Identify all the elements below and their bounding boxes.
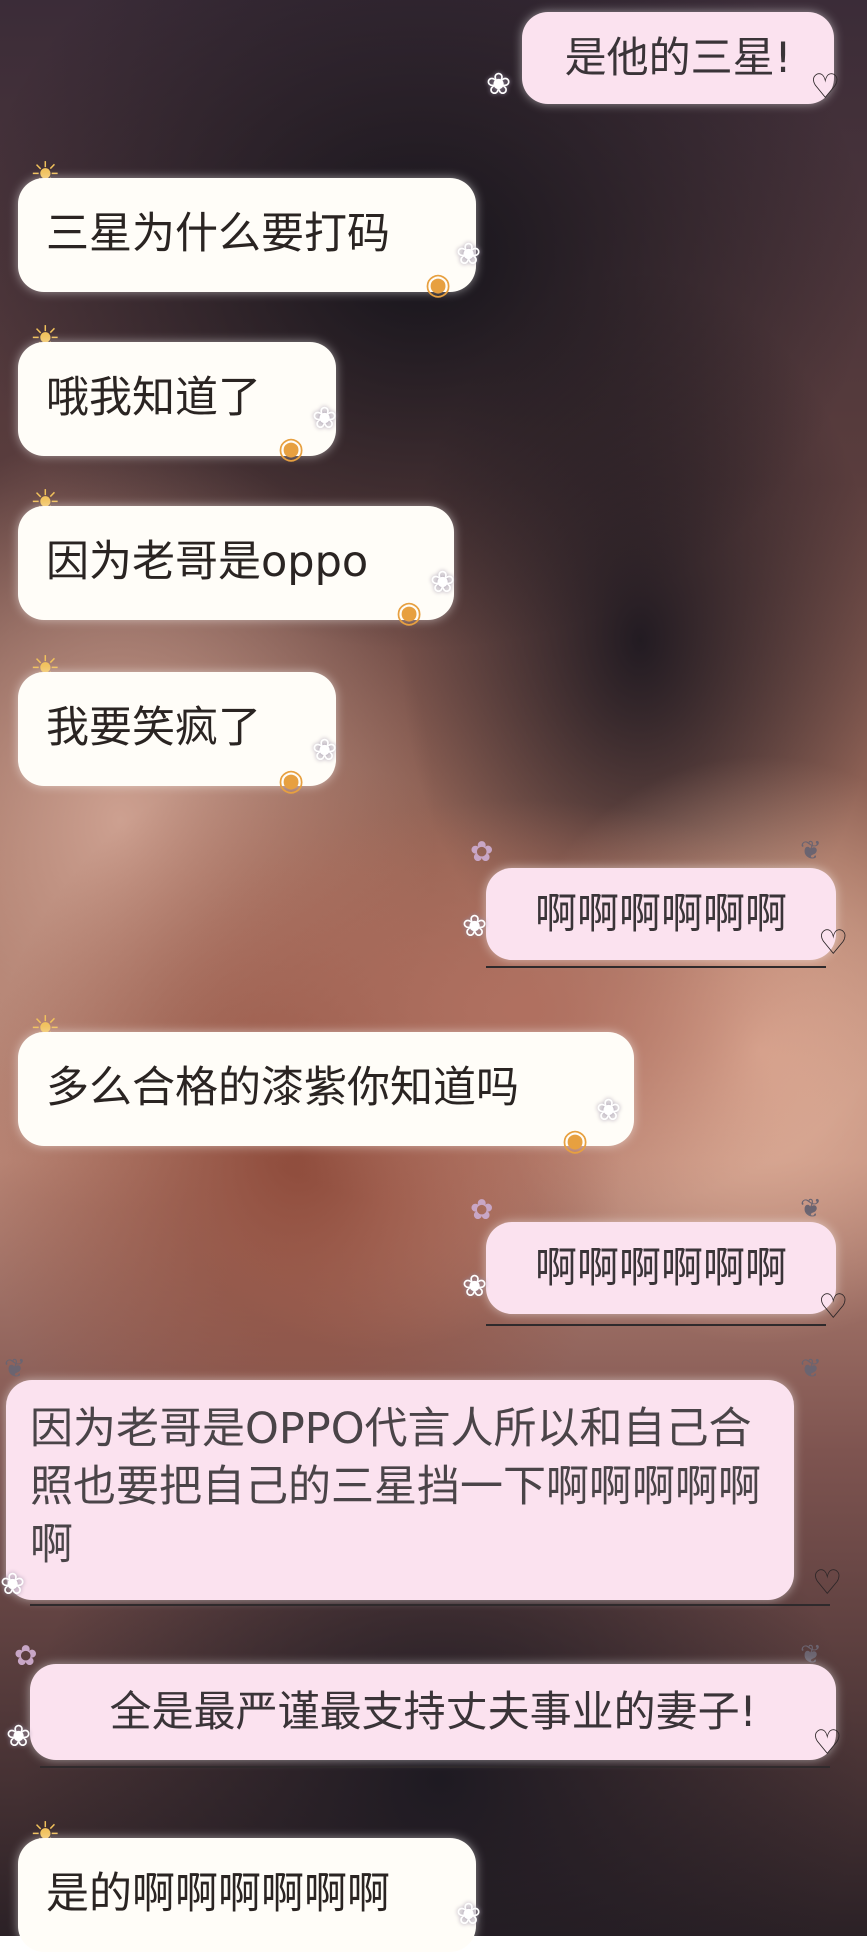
divider-line <box>40 1766 830 1768</box>
message-text: 全是最严谨最支持丈夫事业的妻子! <box>109 1686 757 1736</box>
message-bubble-left: 多么合格的漆紫你知道吗 <box>18 1032 634 1146</box>
message-text: 是的啊啊啊啊啊啊 <box>46 1869 390 1920</box>
divider-line <box>486 1324 826 1326</box>
message-bubble-left: 哦我知道了 <box>18 342 336 456</box>
message-text: 哦我知道了 <box>46 373 261 424</box>
message-bubble-right: 是他的三星! <box>522 12 834 104</box>
message-text: 啊啊啊啊啊啊 <box>534 888 787 938</box>
message-text: 因为老哥是OPPO代言人所以和自己合照也要把自己的三星挡一下啊啊啊啊啊啊 <box>30 1404 761 1571</box>
message-text: 啊啊啊啊啊啊 <box>534 1242 787 1292</box>
message-text: 多么合格的漆紫你知道吗 <box>46 1063 519 1114</box>
message-bubble-left: 三星为什么要打码 <box>18 178 476 292</box>
message-text: 我要笑疯了 <box>46 703 261 754</box>
message-text: 是他的三星! <box>564 32 792 82</box>
message-bubble-right: 全是最严谨最支持丈夫事业的妻子! <box>30 1664 836 1760</box>
message-bubble-left: 因为老哥是oppo <box>18 506 454 620</box>
message-bubble-long: 因为老哥是OPPO代言人所以和自己合照也要把自己的三星挡一下啊啊啊啊啊啊 <box>6 1380 794 1600</box>
message-text: 三星为什么要打码 <box>46 209 390 260</box>
message-bubble-left: 我要笑疯了 <box>18 672 336 786</box>
message-bubble-right: 啊啊啊啊啊啊 <box>486 868 836 960</box>
divider-line <box>30 1604 830 1606</box>
message-bubble-right: 啊啊啊啊啊啊 <box>486 1222 836 1314</box>
divider-line <box>486 966 826 968</box>
message-text: 因为老哥是oppo <box>46 537 369 588</box>
message-bubble-left: 是的啊啊啊啊啊啊 <box>18 1838 476 1952</box>
